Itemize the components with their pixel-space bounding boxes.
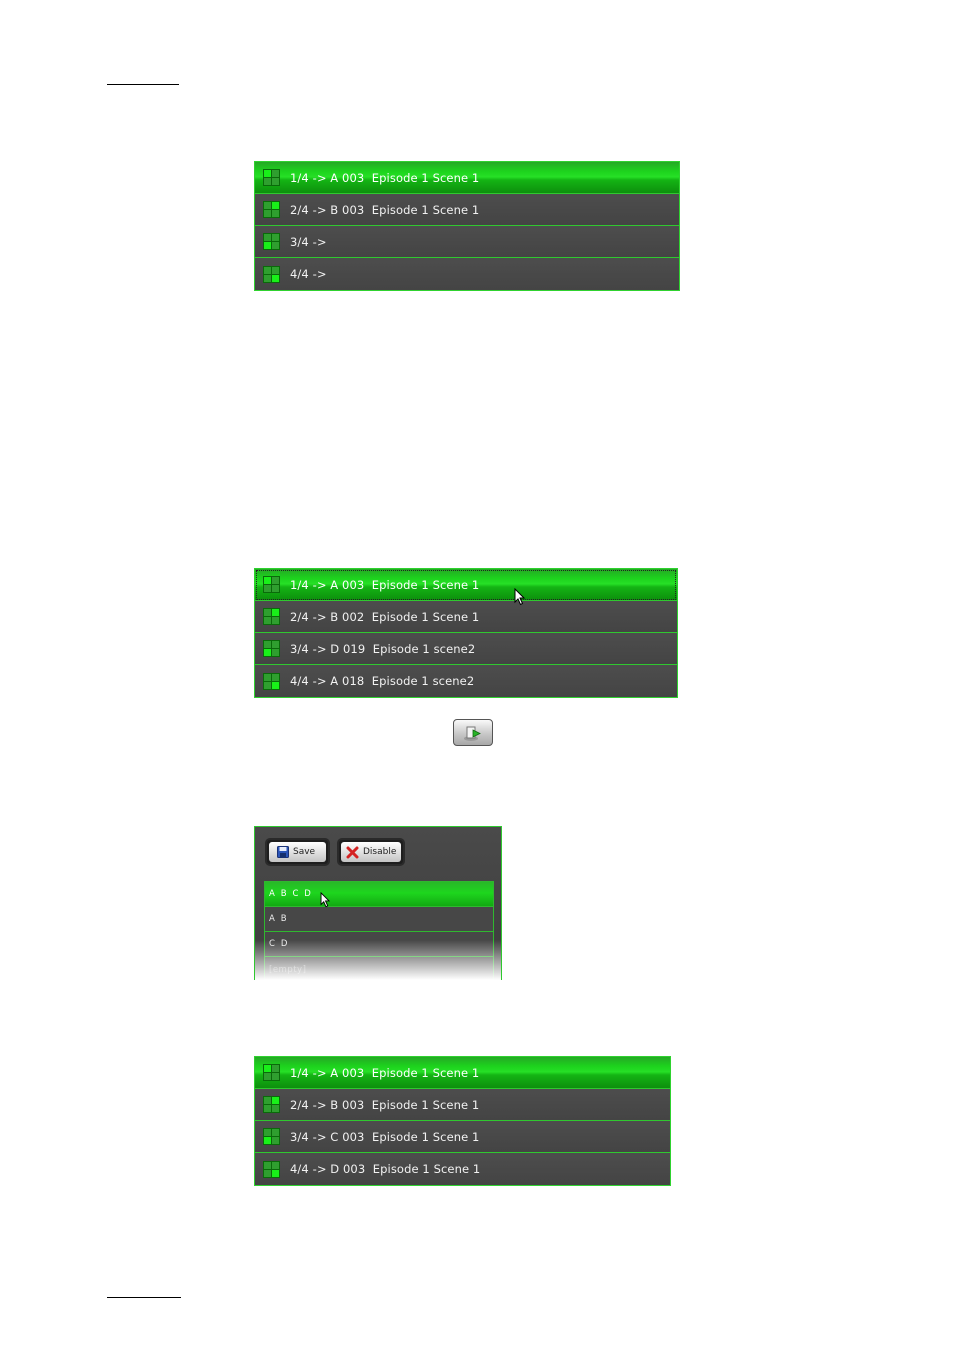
apply-layout-button[interactable]: [453, 719, 493, 746]
quad-layout-icon: [263, 608, 280, 625]
layout-item[interactable]: A B C D: [265, 882, 493, 907]
layout-item[interactable]: [empty]: [265, 957, 493, 980]
quad-layout-icon: [263, 1096, 280, 1113]
layout-item-label: C D: [269, 939, 289, 949]
channel-panel-loaded: 1/4 -> A 003 Episode 1 Scene 1 2/4 -> B …: [254, 568, 678, 698]
channel-row[interactable]: 4/4 ->: [255, 258, 679, 290]
quad-layout-icon: [263, 576, 280, 593]
channel-label: 1/4 -> A 003 Episode 1 Scene 1: [290, 1065, 480, 1080]
channel-label: 3/4 ->: [290, 234, 327, 249]
channel-row[interactable]: 1/4 -> A 003 Episode 1 Scene 1: [255, 162, 679, 194]
channel-label: 2/4 -> B 003 Episode 1 Scene 1: [290, 202, 480, 217]
floppy-disk-icon: [277, 846, 289, 858]
save-label: Save: [293, 847, 316, 857]
apply-layout-icon: [464, 726, 481, 741]
layout-item[interactable]: C D: [265, 932, 493, 957]
channel-label: 4/4 -> D 003 Episode 1 Scene 1: [290, 1162, 481, 1176]
layout-item-label: A B C D: [269, 889, 313, 899]
quad-layout-icon: [263, 201, 280, 218]
channel-label: 2/4 -> B 003 Episode 1 Scene 1: [290, 1097, 480, 1112]
quad-layout-icon: [263, 265, 280, 283]
channel-panel-initial: 1/4 -> A 003 Episode 1 Scene 1 2/4 -> B …: [254, 161, 680, 291]
quad-layout-icon: [263, 1128, 280, 1145]
header-rule: [107, 84, 179, 85]
quad-layout-icon: [263, 1064, 280, 1081]
quad-layout-icon: [263, 1160, 280, 1178]
mouse-cursor-icon: [514, 588, 526, 606]
layout-list: A B C D A B C D [empty]: [264, 881, 494, 980]
disable-label: Disable: [363, 847, 397, 857]
channel-row[interactable]: 3/4 ->: [255, 226, 679, 258]
close-icon: [346, 846, 359, 858]
channel-label: 3/4 -> D 019 Episode 1 scene2: [290, 641, 476, 656]
quad-layout-icon: [263, 233, 280, 250]
disable-button[interactable]: Disable: [337, 838, 405, 866]
channel-row[interactable]: 2/4 -> B 003 Episode 1 Scene 1: [255, 194, 679, 226]
channel-row[interactable]: 1/4 -> A 003 Episode 1 Scene 1: [255, 1057, 670, 1089]
channel-row[interactable]: 2/4 -> B 003 Episode 1 Scene 1: [255, 1089, 670, 1121]
channel-label: 3/4 -> C 003 Episode 1 Scene 1: [290, 1129, 480, 1144]
channel-row[interactable]: 1/4 -> A 003 Episode 1 Scene 1: [255, 569, 677, 601]
channel-label: 4/4 -> A 018 Episode 1 scene2: [290, 674, 475, 688]
quad-layout-icon: [263, 169, 280, 186]
quad-layout-icon: [263, 672, 280, 690]
channel-label: 2/4 -> B 002 Episode 1 Scene 1: [290, 609, 480, 624]
channel-row[interactable]: 4/4 -> D 003 Episode 1 Scene 1: [255, 1153, 670, 1185]
mouse-cursor-icon: [320, 892, 331, 908]
save-button[interactable]: Save: [265, 838, 330, 866]
layout-item-label: [empty]: [269, 964, 307, 975]
channel-label: 1/4 -> A 003 Episode 1 Scene 1: [290, 577, 480, 592]
channel-panel-applied: 1/4 -> A 003 Episode 1 Scene 1 2/4 -> B …: [254, 1056, 671, 1186]
channel-row[interactable]: 3/4 -> C 003 Episode 1 Scene 1: [255, 1121, 670, 1153]
channel-row[interactable]: 2/4 -> B 002 Episode 1 Scene 1: [255, 601, 677, 633]
layout-item-label: A B: [269, 914, 289, 924]
quad-layout-icon: [263, 640, 280, 657]
layout-presets-panel: Save Disable A B C D A B C D [empty]: [254, 826, 502, 980]
channel-row[interactable]: 3/4 -> D 019 Episode 1 scene2: [255, 633, 677, 665]
layout-item[interactable]: A B: [265, 907, 493, 932]
footer-rule: [107, 1297, 181, 1298]
channel-label: 1/4 -> A 003 Episode 1 Scene 1: [290, 170, 480, 185]
channel-row[interactable]: 4/4 -> A 018 Episode 1 scene2: [255, 665, 677, 697]
channel-label: 4/4 ->: [290, 267, 327, 281]
